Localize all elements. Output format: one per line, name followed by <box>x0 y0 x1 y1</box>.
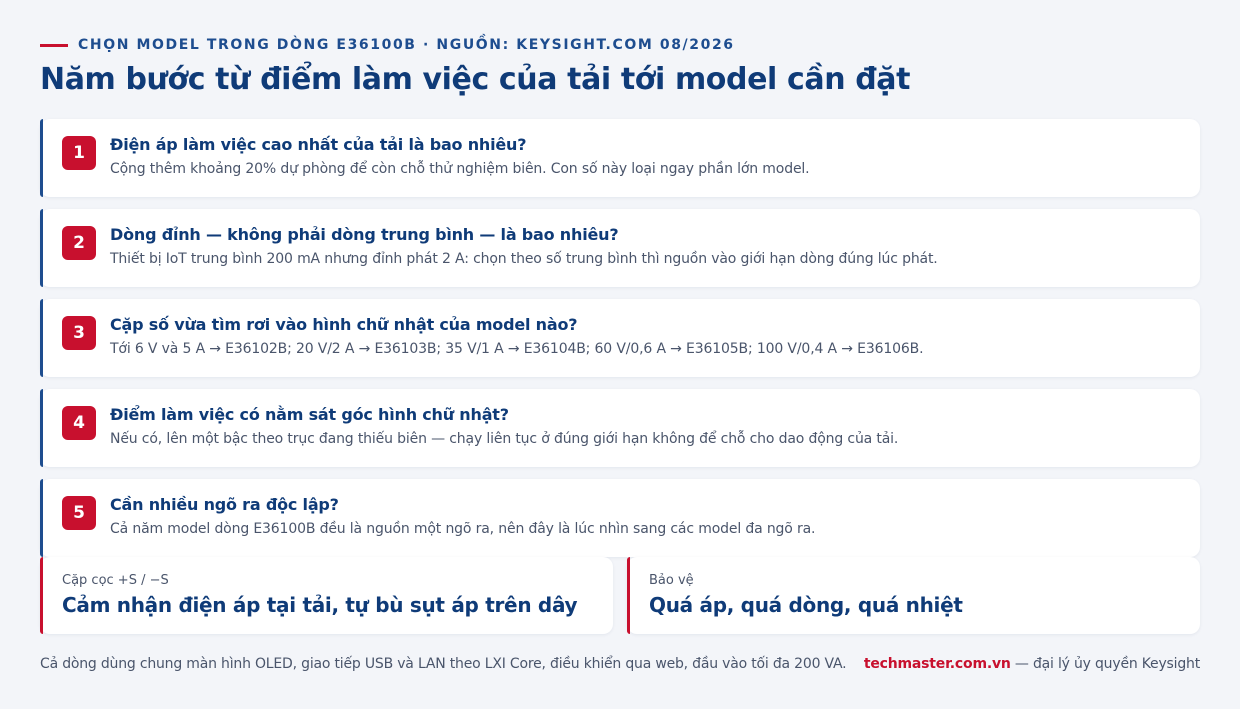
step-question: Dòng đỉnh — không phải dòng trung bình —… <box>110 225 619 244</box>
step-number-badge: 4 <box>62 406 96 440</box>
footer: Cả dòng dùng chung màn hình OLED, giao t… <box>40 656 1200 674</box>
step-question: Điện áp làm việc cao nhất của tải là bao… <box>110 135 527 154</box>
step-answer: Thiết bị IoT trung bình 200 mA nhưng đỉn… <box>110 251 938 267</box>
feature-label: Bảo vệ <box>649 573 694 588</box>
step-number-badge: 1 <box>62 136 96 170</box>
step-answer: Nếu có, lên một bậc theo trục đang thiếu… <box>110 431 899 447</box>
step-number-badge: 2 <box>62 226 96 260</box>
footer-credit-text: — đại lý ủy quyền Keysight <box>1010 656 1200 672</box>
feature-card-protection: Bảo vệ Quá áp, quá dòng, quá nhiệt <box>627 557 1200 634</box>
step-question: Cặp số vừa tìm rơi vào hình chữ nhật của… <box>110 315 578 334</box>
step-card-2: 2 Dòng đỉnh — không phải dòng trung bình… <box>40 209 1200 287</box>
step-number-badge: 5 <box>62 496 96 530</box>
feature-value: Cảm nhận điện áp tại tải, tự bù sụt áp t… <box>62 593 578 617</box>
step-number-badge: 3 <box>62 316 96 350</box>
step-question: Điểm làm việc có nằm sát góc hình chữ nh… <box>110 405 509 424</box>
step-answer: Cả năm model dòng E36100B đều là nguồn m… <box>110 521 816 537</box>
feature-value: Quá áp, quá dòng, quá nhiệt <box>649 593 963 617</box>
brand-link[interactable]: techmaster.com.vn <box>864 656 1011 672</box>
step-card-4: 4 Điểm làm việc có nằm sát góc hình chữ … <box>40 389 1200 467</box>
step-question: Cần nhiều ngõ ra độc lập? <box>110 495 339 514</box>
feature-label: Cặp cọc +S / −S <box>62 573 169 588</box>
eyebrow-rule <box>40 43 68 47</box>
footer-note: Cả dòng dùng chung màn hình OLED, giao t… <box>40 656 847 672</box>
step-card-1: 1 Điện áp làm việc cao nhất của tải là b… <box>40 119 1200 197</box>
eyebrow-text: CHỌN MODEL TRONG DÒNG E36100B · NGUỒN: K… <box>78 37 735 53</box>
feature-card-remote-sense: Cặp cọc +S / −S Cảm nhận điện áp tại tải… <box>40 557 613 634</box>
eyebrow: CHỌN MODEL TRONG DÒNG E36100B · NGUỒN: K… <box>40 36 735 54</box>
step-answer: Tới 6 V và 5 A → E36102B; 20 V/2 A → E36… <box>110 341 924 357</box>
step-card-5: 5 Cần nhiều ngõ ra độc lập? Cả năm model… <box>40 479 1200 557</box>
page-title: Năm bước từ điểm làm việc của tải tới mo… <box>40 62 911 97</box>
step-card-3: 3 Cặp số vừa tìm rơi vào hình chữ nhật c… <box>40 299 1200 377</box>
step-answer: Cộng thêm khoảng 20% dự phòng để còn chỗ… <box>110 161 810 177</box>
footer-credit: techmaster.com.vn — đại lý ủy quyền Keys… <box>864 656 1200 672</box>
page: CHỌN MODEL TRONG DÒNG E36100B · NGUỒN: K… <box>40 0 1200 709</box>
